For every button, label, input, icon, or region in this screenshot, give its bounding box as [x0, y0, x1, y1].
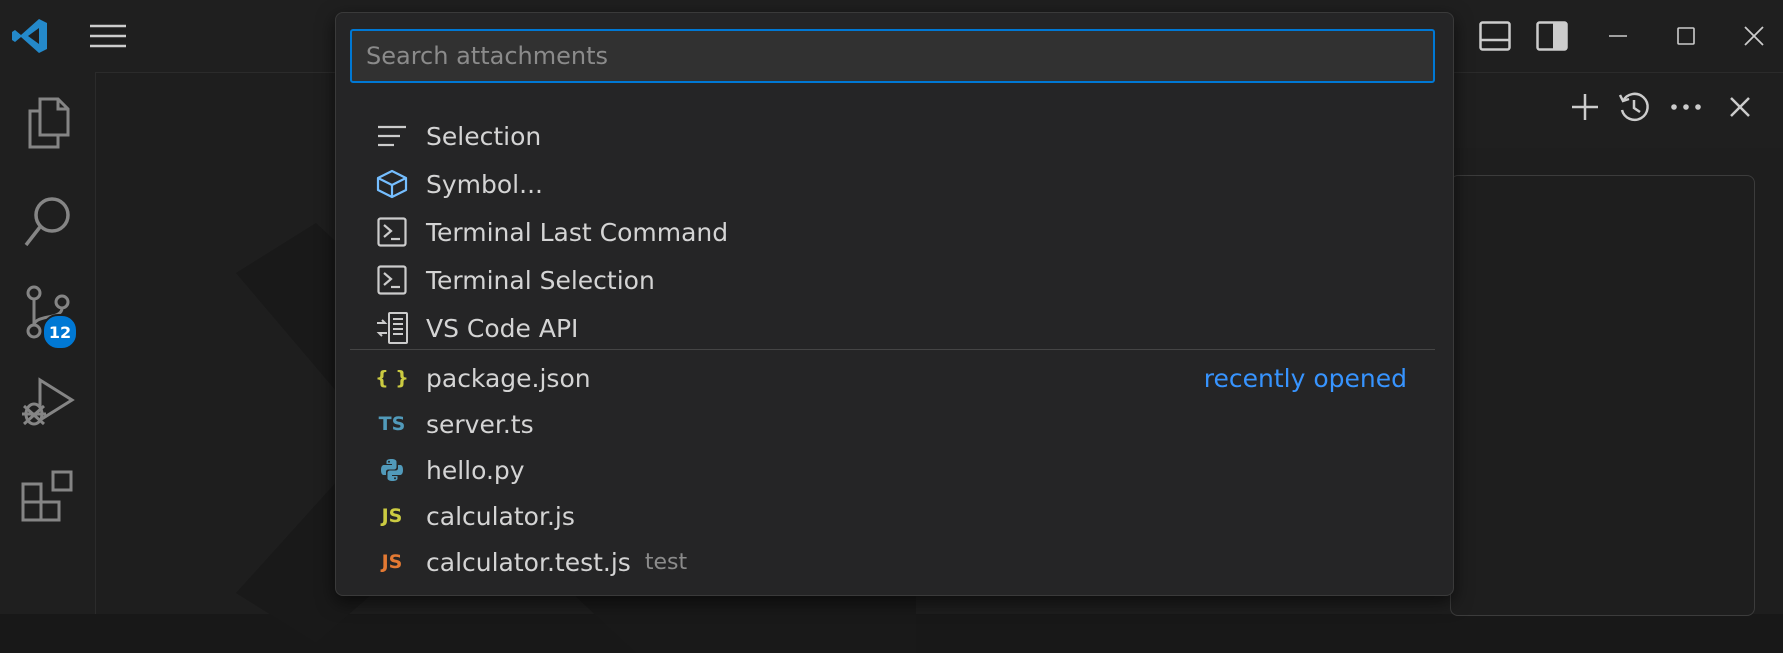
file-item-label: server.ts: [426, 409, 534, 439]
context-item-label: Terminal Last Command: [426, 217, 729, 247]
file-item-description: test: [644, 549, 688, 575]
run-debug-icon[interactable]: [0, 357, 95, 447]
terminal-icon: [362, 209, 422, 255]
chat-header: [1450, 73, 1783, 148]
source-control-badge: 12: [42, 314, 78, 350]
vscode-logo-icon: [8, 14, 52, 58]
file-item-calculator-test-js[interactable]: JS calculator.test.js test: [350, 539, 1435, 585]
context-item-vscode-api[interactable]: VS Code API: [350, 305, 1435, 351]
context-item-label: Symbol...: [426, 169, 543, 199]
minimize-icon[interactable]: [1596, 16, 1640, 56]
file-item-label: calculator.test.js: [426, 547, 631, 577]
file-item-label: calculator.js: [426, 501, 575, 531]
context-item-label: Terminal Selection: [426, 265, 655, 295]
file-item-server-ts[interactable]: TS server.ts: [350, 401, 1435, 447]
symbol-icon: [362, 161, 422, 207]
json-file-icon-text: { }: [375, 367, 409, 389]
file-item-hello-py[interactable]: hello.py: [350, 447, 1435, 493]
recently-opened-label: recently opened: [1203, 363, 1407, 393]
file-item-label: hello.py: [426, 455, 525, 485]
toggle-panel-icon[interactable]: [1475, 16, 1515, 56]
javascript-file-icon: JS: [362, 493, 422, 539]
toggle-secondary-sidebar-icon[interactable]: [1532, 16, 1572, 56]
javascript-test-file-icon: JS: [362, 539, 422, 585]
javascript-test-file-icon-text: JS: [381, 551, 403, 573]
context-item-terminal-selection[interactable]: Terminal Selection: [350, 257, 1435, 303]
source-control-icon[interactable]: 12: [0, 267, 95, 357]
context-item-label: VS Code API: [426, 313, 579, 343]
close-window-icon[interactable]: [1732, 16, 1776, 56]
extensions-icon[interactable]: [0, 452, 95, 542]
explorer-icon[interactable]: [0, 77, 95, 167]
typescript-file-icon: TS: [362, 401, 422, 447]
menu-icon[interactable]: [86, 16, 130, 56]
history-icon[interactable]: [1614, 87, 1654, 127]
typescript-file-icon-text: TS: [378, 413, 406, 435]
context-item-symbol[interactable]: Symbol...: [350, 161, 1435, 207]
file-item-calculator-js[interactable]: JS calculator.js: [350, 493, 1435, 539]
activity-bar: 12: [0, 72, 96, 614]
file-item-package-json[interactable]: { } package.json recently opened: [350, 355, 1435, 401]
json-file-icon: { }: [362, 355, 422, 401]
context-item-selection[interactable]: Selection: [350, 113, 1435, 159]
search-icon[interactable]: [0, 177, 95, 267]
more-actions-icon[interactable]: [1666, 87, 1706, 127]
attachment-picker: Selection Symbol... Terminal Last Comman…: [335, 12, 1454, 596]
terminal-icon: [362, 257, 422, 303]
javascript-file-icon-text: JS: [381, 505, 403, 527]
context-item-label: Selection: [426, 121, 542, 151]
separator: [350, 349, 1435, 350]
python-file-icon: [362, 447, 422, 493]
context-item-terminal-last-command[interactable]: Terminal Last Command: [350, 209, 1435, 255]
selection-icon: [362, 113, 422, 159]
vscode-api-icon: [362, 305, 422, 351]
close-chat-icon[interactable]: [1720, 87, 1760, 127]
new-chat-icon[interactable]: [1565, 87, 1605, 127]
maximize-icon[interactable]: [1664, 16, 1708, 56]
search-input[interactable]: [350, 29, 1435, 83]
file-item-label: package.json: [426, 363, 591, 393]
chat-panel: [1450, 175, 1755, 616]
